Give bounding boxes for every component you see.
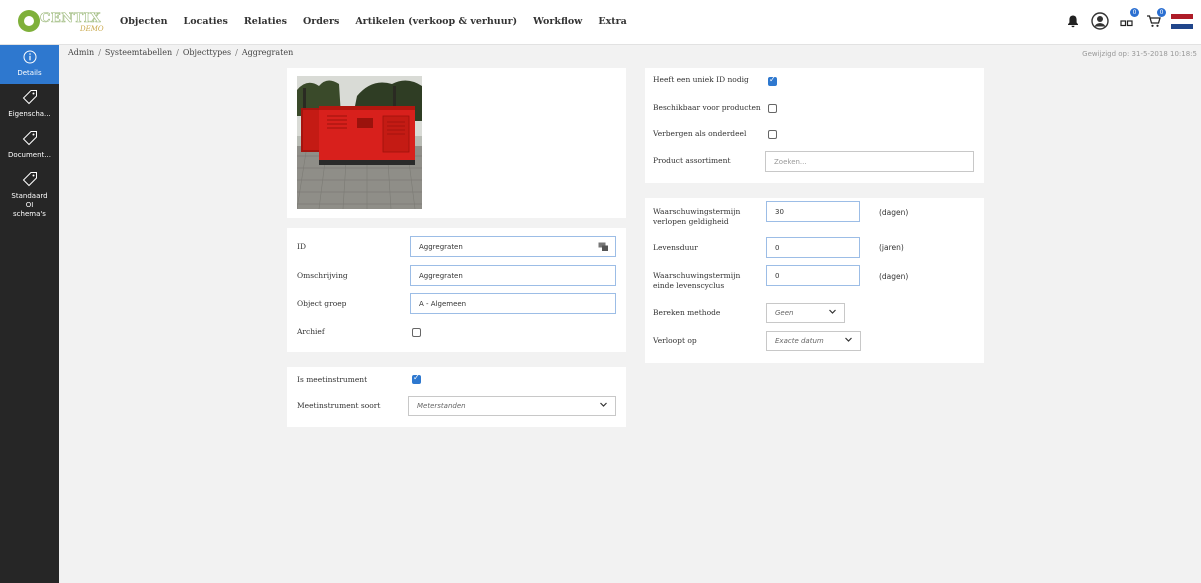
sidebar-item-documenten[interactable]: Document... [0,125,59,166]
breadcrumb: Admin / Systeemtabellen / Objecttypes / … [68,48,293,57]
tag-icon [22,89,38,110]
top-bar: CENTIX DEMO Objecten Locaties Relaties O… [0,0,1201,45]
nav-objecten[interactable]: Objecten [120,16,168,27]
sidebar-item-label: Eigenscha... [8,110,51,118]
modified-timestamp: Gewijzigd op: 31-5-2018 10:18:5 [1082,50,1197,58]
apps-badge: 0 [1130,8,1139,17]
nav-orders[interactable]: Orders [303,16,339,27]
sidebar-item-label: Standaard OI schema's [11,192,48,218]
verloopt-op-label: Verloopt op [653,336,697,345]
apps-icon[interactable]: 0 [1117,8,1139,32]
uniek-id-label: Heeft een uniek ID nodig [653,75,749,84]
omschrijving-label: Omschrijving [297,271,348,280]
logo-sub: DEMO [80,25,104,33]
assortiment-placeholder: Zoeken... [774,157,807,166]
nav-artikelen[interactable]: Artikelen (verkoop & verhuur) [355,16,517,27]
sidebar-item-eigenschappen[interactable]: Eigenscha... [0,84,59,125]
chevron-down-icon [845,336,852,345]
terms-panel: Waarschuwingstermijn verlopen geldigheid… [645,198,984,363]
flag-blue-stripe [1171,23,1193,29]
levensduur-value: 0 [775,243,780,252]
id-field-value: Aggregraten [419,242,463,251]
sidebar-item-details[interactable]: Details [0,45,59,84]
object-type-photo[interactable] [297,76,422,209]
breadcrumb-separator: / [235,48,238,57]
nav-workflow[interactable]: Workflow [533,16,582,27]
assortiment-search-input[interactable]: Zoeken... [765,151,974,172]
general-panel: ID Aggregraten Omschrijving Aggregraten … [287,228,626,352]
verloopt-op-value: Exacte datum [775,337,824,345]
breadcrumb-current: Aggregraten [241,48,294,57]
uniek-id-checkbox[interactable] [768,75,777,86]
levensduur-unit: (jaren) [879,243,904,252]
chevron-down-icon [829,308,836,317]
breadcrumb-objecttypes[interactable]: Objecttypes [183,48,231,57]
is-meetinstrument-checkbox[interactable] [412,373,421,384]
waarsch-einde-input[interactable]: 0 [766,265,860,286]
nav-relaties[interactable]: Relaties [244,16,287,27]
chevron-down-icon [600,401,607,410]
objectgroep-field[interactable]: A - Algemeen [410,293,616,314]
waarsch-geldig-value: 30 [775,207,784,216]
info-icon [23,50,37,69]
bereken-methode-label: Bereken methode [653,308,721,317]
levensduur-input[interactable]: 0 [766,237,860,258]
user-avatar-icon[interactable] [1090,10,1110,32]
breadcrumb-systeemtabellen[interactable]: Systeemtabellen [105,48,172,57]
waarsch-einde-label: Waarschuwingstermijn einde levenscyclus [653,271,741,290]
is-meetinstrument-label: Is meetinstrument [297,375,368,384]
breadcrumb-separator: / [176,48,179,57]
omschrijving-field-value: Aggregraten [419,271,463,280]
sidebar-item-label: Details [17,69,42,77]
nav-locaties[interactable]: Locaties [184,16,228,27]
waarsch-geldig-input[interactable]: 30 [766,201,860,222]
header-icons: 0 0 [1063,8,1193,32]
meetinstrument-soort-label: Meetinstrument soort [297,401,381,410]
id-generate-icon[interactable] [598,241,609,254]
id-label: ID [297,242,306,251]
levensduur-label: Levensduur [653,243,698,252]
centix-logo[interactable]: CENTIX DEMO [18,8,113,36]
logo-text: CENTIX [40,11,101,27]
sidebar: Details Eigenscha... Document... Standaa… [0,45,59,583]
bereken-methode-value: Geen [775,309,794,317]
cart-icon[interactable]: 0 [1144,8,1166,32]
waarsch-geldig-label: Waarschuwingstermijn verlopen geldigheid [653,207,741,226]
archief-checkbox[interactable] [412,328,421,337]
verbergen-label: Verbergen als onderdeel [653,129,747,138]
waarsch-einde-value: 0 [775,271,780,280]
bereken-methode-select[interactable]: Geen [766,303,845,323]
omschrijving-field[interactable]: Aggregraten [410,265,616,286]
main-nav: Objecten Locaties Relaties Orders Artike… [120,16,627,27]
nav-extra[interactable]: Extra [598,16,626,27]
bell-icon[interactable] [1063,10,1083,32]
beschikbaar-label: Beschikbaar voor producten [653,103,761,112]
verbergen-checkbox[interactable] [768,130,777,139]
cart-badge: 0 [1157,8,1166,17]
tag-icon [22,171,38,192]
tag-icon [22,130,38,151]
breadcrumb-admin[interactable]: Admin [68,48,94,57]
archief-label: Archief [297,327,325,336]
verloopt-op-select[interactable]: Exacte datum [766,331,861,351]
meetinstrument-soort-value: Meterstanden [417,402,466,410]
objectgroep-label: Object groep [297,299,347,308]
meetinstrument-soort-select[interactable]: Meterstanden [408,396,616,416]
sidebar-item-standaard-oi-schemas[interactable]: Standaard OI schema's [0,166,59,225]
objectgroep-field-value: A - Algemeen [419,299,467,308]
waarsch-einde-unit: (dagen) [879,272,909,281]
assortiment-label: Product assortiment [653,156,731,165]
sidebar-item-label: Document... [8,151,51,159]
beschikbaar-checkbox[interactable] [768,104,777,113]
breadcrumb-separator: / [98,48,101,57]
logo-mark [18,10,40,32]
language-flag-icon[interactable] [1171,13,1193,29]
waarsch-geldig-unit: (dagen) [879,208,909,217]
id-field[interactable]: Aggregraten [410,236,616,257]
options-panel: Heeft een uniek ID nodig Beschikbaar voo… [645,68,984,183]
meetinstrument-panel: Is meetinstrument Meetinstrument soort M… [287,367,626,427]
